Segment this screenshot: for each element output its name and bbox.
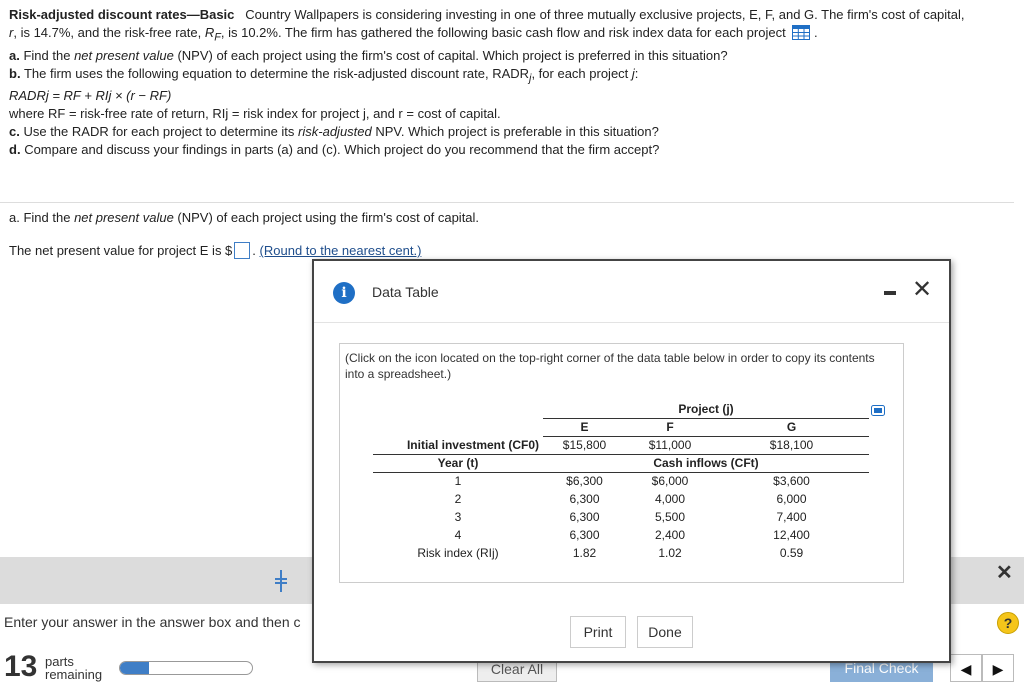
initial-investment-label: Initial investment (CF0): [406, 437, 539, 452]
part-d-text: Compare and discuss your findings in par…: [24, 142, 660, 158]
next-button[interactable]: ▶: [982, 654, 1014, 682]
initial-g: $18,100: [769, 438, 814, 452]
part-c-text: Use the RADR for each project to determi…: [23, 124, 295, 140]
copy-to-spreadsheet-icon[interactable]: [871, 405, 885, 416]
close-icon[interactable]: ✕: [912, 275, 932, 303]
dialog-header: i Data Table ✕: [314, 261, 949, 323]
cash-inflows-header: Cash inflows (CFt): [543, 453, 869, 473]
data-table-icon[interactable]: [792, 25, 811, 40]
table-row: 1 $6,300 $6,000 $3,600: [454, 474, 810, 489]
part-a-label: a.: [9, 47, 20, 63]
risk-index-label: Risk index (RIj): [417, 546, 499, 560]
done-button[interactable]: Done: [637, 616, 693, 648]
problem-title: Risk-adjusted discount rates—Basic: [9, 7, 235, 22]
progress-fill: [120, 662, 150, 674]
dialog-body: (Click on the icon located on the top-ri…: [339, 343, 904, 583]
problem-statement: Risk-adjusted discount rates—Basic Count…: [9, 6, 1014, 159]
part-b-end: , for each project: [531, 65, 629, 81]
minimize-icon[interactable]: [884, 291, 896, 295]
npv-answer-input[interactable]: [234, 242, 251, 259]
table-row: 2 6,300 4,000 6,000: [454, 492, 807, 506]
dialog-footer: Print Done: [314, 601, 949, 661]
prev-button[interactable]: ◀: [950, 654, 982, 682]
table-row: 4 6,300 2,400 12,400: [454, 528, 810, 542]
data-table: Project (j) E F G Initial investment (CF…: [373, 400, 869, 562]
dialog-title: Data Table: [372, 284, 439, 300]
year-header: Year (t): [373, 453, 543, 473]
part-a-text: Find the: [23, 47, 71, 63]
project-e-header: E: [543, 418, 626, 437]
part-b-label: b.: [9, 65, 21, 81]
progress-bar: [119, 661, 253, 675]
where-definition: where RF = risk-free rate of return, RIj…: [9, 106, 501, 122]
project-f-header: F: [626, 418, 714, 437]
table-row: Risk index (RIj) 1.82 1.02 0.59: [373, 544, 869, 562]
intro-cost-of-capital: , is 14.7%, and the risk-free rate,: [13, 25, 202, 40]
part-a-text2: (NPV) of each project using the firm's c…: [177, 47, 728, 63]
problem-intro-line1: Country Wallpapers is considering invest…: [245, 7, 965, 22]
initial-e: $15,800: [562, 438, 607, 452]
table-row: 3 6,300 5,500 7,400: [454, 510, 807, 524]
data-table-dialog: i Data Table ✕ (Click on the icon locate…: [312, 259, 951, 663]
parts-remaining-label: parts remaining: [45, 654, 103, 682]
project-header: Project (j): [543, 400, 869, 419]
round-note: (Round to the nearest cent.): [259, 243, 422, 258]
intro-risk-free: , is 10.2%. The firm has gathered the fo…: [220, 25, 786, 40]
parts-count: 13: [4, 650, 38, 683]
part-c-ital: risk-adjusted: [298, 124, 372, 140]
part-c-label: c.: [9, 124, 20, 140]
close-tools-icon[interactable]: ✕: [996, 560, 1013, 585]
part-d-label: d.: [9, 142, 21, 158]
part-a-npv: net present value: [74, 47, 174, 63]
initial-f: $11,000: [648, 438, 692, 452]
copy-note: (Click on the icon located on the top-ri…: [345, 351, 875, 381]
radr-equation: RADRj = RF + RIj × (r − RF): [9, 88, 172, 104]
var-rf: RF: [204, 25, 221, 44]
npv-prompt-line: The net present value for project E is $…: [9, 242, 422, 259]
part-c-text2: NPV. Which project is preferable in this…: [375, 124, 659, 140]
enter-answer-message: Enter your answer in the answer box and …: [4, 614, 301, 630]
current-question: a. Find the net present value (NPV) of e…: [9, 210, 480, 225]
project-g-header: G: [714, 418, 869, 437]
part-b-j: j: [631, 65, 635, 81]
npv-prompt: The net present value for project E is $: [9, 243, 233, 258]
info-icon: i: [333, 282, 355, 304]
tools-toggle-icon[interactable]: [273, 570, 289, 592]
help-icon[interactable]: ?: [997, 612, 1019, 634]
part-b-text: The firm uses the following equation to …: [23, 65, 530, 81]
print-button[interactable]: Print: [570, 616, 626, 648]
divider: [0, 202, 1014, 203]
